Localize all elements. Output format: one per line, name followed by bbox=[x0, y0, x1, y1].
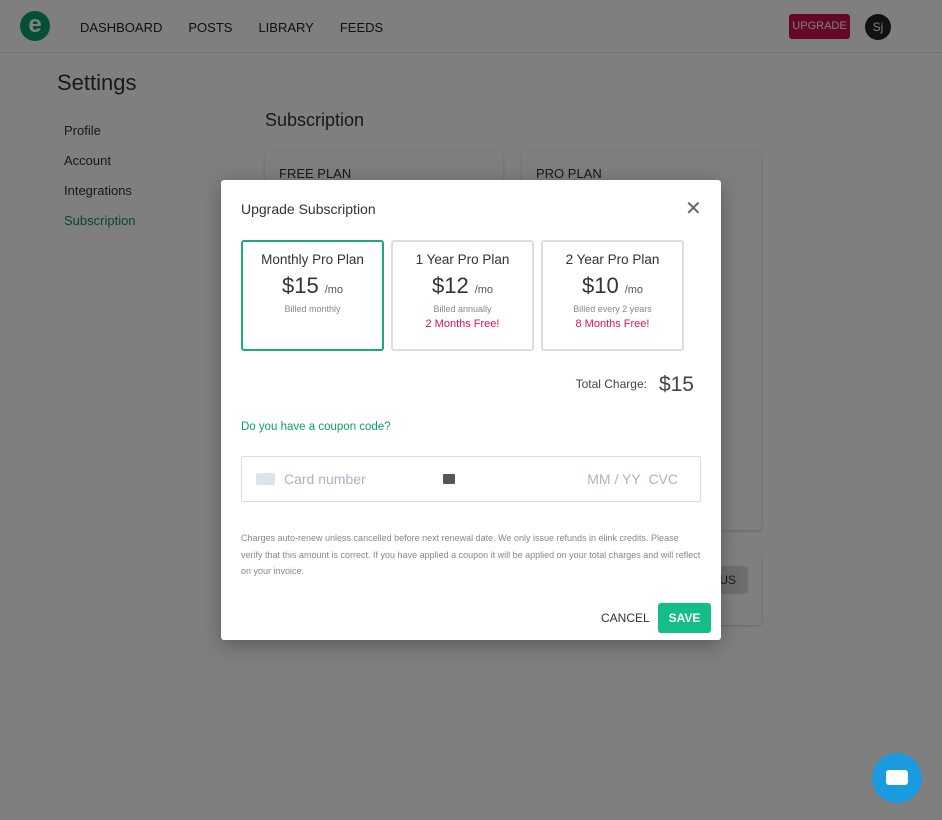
close-icon[interactable]: ✕ bbox=[685, 196, 702, 221]
autofill-card-icon[interactable] bbox=[443, 474, 455, 484]
plan-billing: Billed annually bbox=[433, 304, 492, 314]
plan-unit: /mo bbox=[624, 284, 644, 296]
expiry-placeholder: MM / YY bbox=[587, 471, 641, 487]
plan-price: $12 bbox=[431, 273, 469, 298]
plan-name: 1 Year Pro Plan bbox=[415, 252, 510, 267]
plan-name: Monthly Pro Plan bbox=[261, 252, 364, 267]
total-value: $15 bbox=[658, 373, 694, 396]
plan-price: $15 bbox=[281, 273, 319, 298]
plan-option-1-year[interactable]: 1 Year Pro Plan $12/mo Billed annually 2… bbox=[391, 240, 534, 351]
plan-option-2-year[interactable]: 2 Year Pro Plan $10/mo Billed every 2 ye… bbox=[541, 240, 684, 351]
card-number-placeholder: Card number bbox=[284, 471, 366, 487]
total-label: Total Charge: bbox=[575, 377, 647, 391]
chat-button[interactable] bbox=[872, 753, 922, 803]
modal-title: Upgrade Subscription bbox=[241, 201, 376, 217]
plan-billing: Billed monthly bbox=[284, 304, 341, 314]
cvc-placeholder: CVC bbox=[648, 471, 678, 487]
fine-print: Charges auto-renew unless cancelled befo… bbox=[241, 533, 701, 576]
plan-billing: Billed every 2 years bbox=[573, 304, 652, 314]
cancel-button[interactable]: CANCEL bbox=[601, 611, 650, 625]
plan-price: $10 bbox=[581, 273, 619, 298]
save-button[interactable]: SAVE bbox=[658, 603, 711, 633]
plan-option-monthly[interactable]: Monthly Pro Plan $15/mo Billed monthly bbox=[241, 240, 384, 351]
credit-card-icon bbox=[256, 473, 275, 485]
total-charge: Total Charge: $15 bbox=[576, 373, 694, 397]
card-input[interactable]: Card number MM / YY CVC bbox=[241, 456, 701, 502]
upgrade-subscription-modal: Upgrade Subscription ✕ Monthly Pro Plan … bbox=[221, 180, 721, 640]
chat-icon bbox=[886, 770, 908, 785]
plan-promo: 8 Months Free! bbox=[575, 318, 650, 330]
plan-unit: /mo bbox=[474, 284, 494, 296]
plan-promo: 2 Months Free! bbox=[425, 318, 500, 330]
plan-name: 2 Year Pro Plan bbox=[565, 252, 660, 267]
plan-unit: /mo bbox=[324, 284, 344, 296]
coupon-link[interactable]: Do you have a coupon code? bbox=[241, 421, 391, 433]
